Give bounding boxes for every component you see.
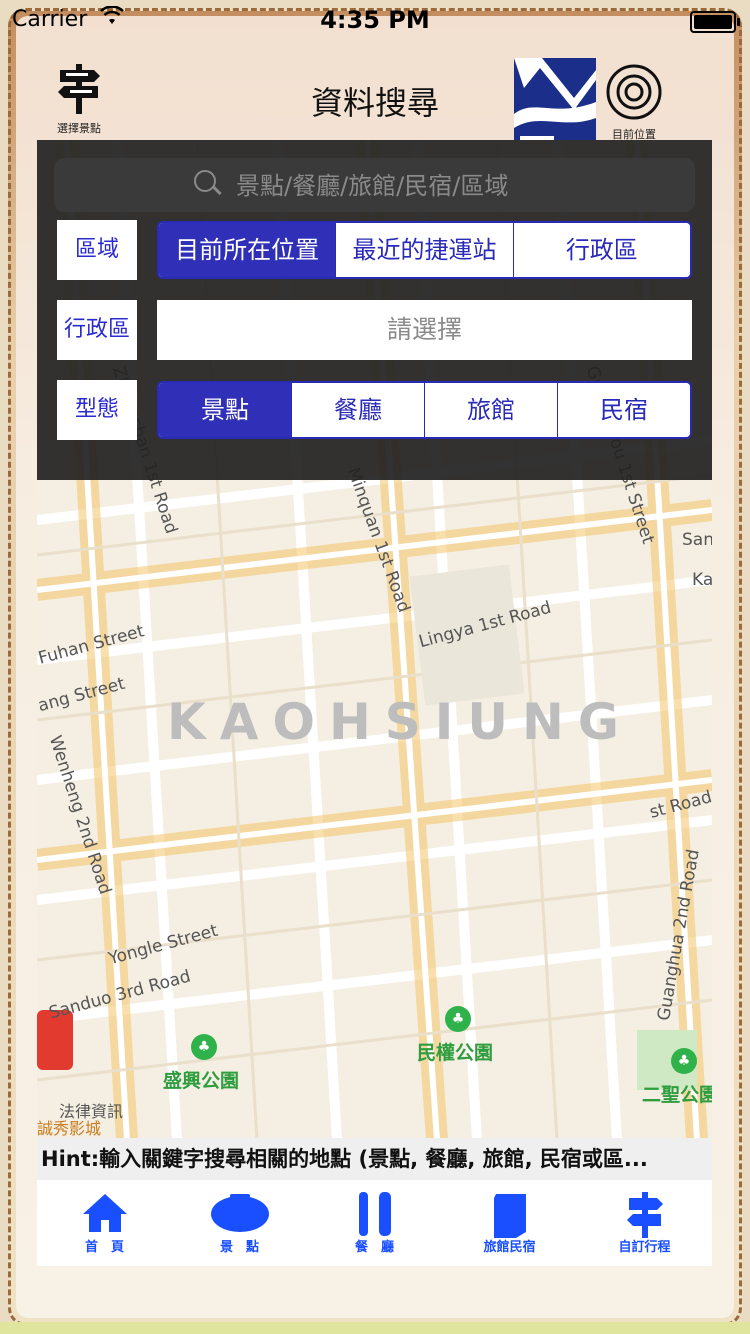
city-logo: [514, 58, 596, 140]
segment-district[interactable]: 行政區: [512, 223, 690, 277]
area-segmented-control[interactable]: 目前所在位置 最近的捷運站 行政區: [157, 221, 692, 279]
tab-restaurants-label: 餐 廳: [354, 1240, 394, 1255]
type-label: 型態: [57, 380, 137, 440]
search-bar[interactable]: [54, 158, 695, 212]
status-bar: Carrier 4:35 PM: [0, 0, 750, 40]
park-pin-icon[interactable]: ♣: [191, 1034, 217, 1060]
tab-itinerary[interactable]: 自訂行程: [577, 1180, 712, 1266]
current-location-button[interactable]: 目前位置: [603, 64, 665, 141]
segment-hotel[interactable]: 旅館: [424, 383, 557, 437]
district-select[interactable]: 請選擇: [157, 300, 692, 360]
itinerary-icon: [626, 1192, 663, 1238]
tab-spots[interactable]: 景 點: [172, 1180, 307, 1266]
type-segmented-control[interactable]: 景點 餐廳 旅館 民宿: [157, 381, 692, 439]
segment-spot[interactable]: 景點: [159, 383, 291, 437]
park-pin-icon[interactable]: ♣: [445, 1006, 471, 1032]
street-label: Sanduo: [682, 530, 712, 550]
segment-bnb[interactable]: 民宿: [557, 383, 690, 437]
tab-spots-label: 景 點: [219, 1240, 259, 1255]
hotel-icon: [493, 1194, 526, 1238]
area-label: 區域: [57, 220, 137, 280]
district-label: 行政區: [57, 300, 137, 360]
poi-label: 誠秀影城: [37, 1119, 102, 1138]
spot-icon: [210, 1194, 269, 1232]
tab-hotels-label: 旅館民宿: [483, 1240, 536, 1255]
tab-home-label: 首 頁: [84, 1240, 124, 1255]
tab-bar: 首 頁 景 點 餐 廳 旅館民宿 自訂行程: [37, 1180, 712, 1266]
home-icon: [82, 1194, 127, 1232]
segment-restaurant[interactable]: 餐廳: [291, 383, 424, 437]
restaurant-icon: [358, 1192, 391, 1236]
target-icon: [606, 64, 662, 120]
clock: 4:35 PM: [320, 6, 430, 34]
tab-hotels[interactable]: 旅館民宿: [442, 1180, 577, 1266]
search-panel: 區域 目前所在位置 最近的捷運站 行政區 行政區 請選擇 型態 景點 餐廳 旅館…: [37, 140, 712, 480]
park-pin-icon[interactable]: ♣: [671, 1048, 697, 1074]
hint-text: Hint:輸入關鍵字搜尋相關的地點 (景點, 餐廳, 旅館, 民宿或區...: [37, 1138, 712, 1180]
tab-itinerary-label: 自訂行程: [618, 1240, 671, 1255]
search-input[interactable]: [234, 164, 678, 208]
tab-restaurants[interactable]: 餐 廳: [307, 1180, 442, 1266]
poi-label: 二聖公園: [642, 1084, 712, 1106]
battery-icon: [690, 11, 740, 33]
segment-current-location[interactable]: 目前所在位置: [159, 223, 336, 277]
street-label: Kao: [692, 570, 712, 590]
tab-home[interactable]: 首 頁: [37, 1180, 172, 1266]
segment-nearest-mrt[interactable]: 最近的捷運站: [335, 223, 513, 277]
poi-label: 民權公園: [417, 1042, 494, 1064]
city-label: KAOHSIUNG: [167, 693, 633, 751]
search-icon: [194, 170, 216, 192]
poi-label: 盛興公園: [163, 1070, 240, 1092]
bottom-strip: [0, 1322, 750, 1334]
